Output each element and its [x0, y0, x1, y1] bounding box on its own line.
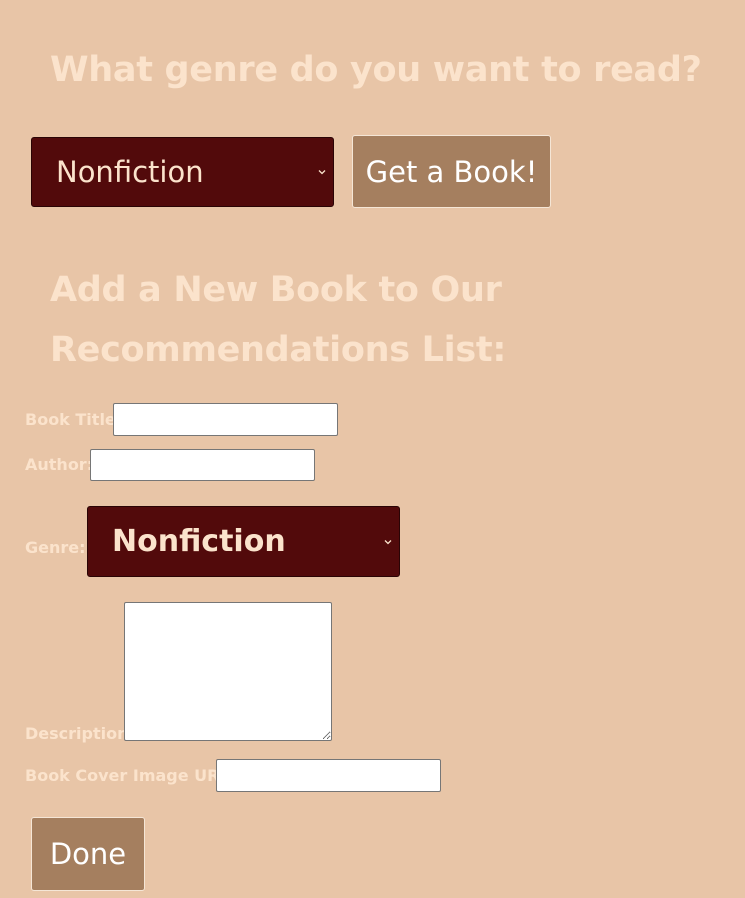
- chevron-down-icon: [384, 539, 392, 544]
- author-label: Author:: [25, 455, 94, 474]
- get-book-button[interactable]: Get a Book!: [352, 135, 551, 208]
- form-genre-select-value: Nonfiction: [112, 524, 286, 559]
- add-book-heading-line2: Recommendations List:: [50, 330, 507, 370]
- description-label: Description:: [25, 724, 135, 743]
- author-input[interactable]: [90, 449, 315, 481]
- description-textarea[interactable]: [124, 602, 332, 741]
- add-book-heading-line1: Add a New Book to Our: [50, 270, 502, 310]
- genre-select[interactable]: Nonfiction: [31, 137, 334, 207]
- book-title-label: Book Title:: [25, 410, 123, 429]
- genre-select-value: Nonfiction: [56, 155, 204, 189]
- form-genre-select[interactable]: Nonfiction: [87, 506, 400, 577]
- genre-label: Genre:: [25, 538, 86, 557]
- cover-url-input[interactable]: [216, 759, 441, 792]
- cover-url-label: Book Cover Image URL:: [25, 766, 237, 785]
- chevron-down-icon: [318, 170, 326, 175]
- book-title-input[interactable]: [113, 403, 338, 436]
- genre-question-heading: What genre do you want to read?: [50, 50, 702, 90]
- done-button[interactable]: Done: [31, 817, 145, 891]
